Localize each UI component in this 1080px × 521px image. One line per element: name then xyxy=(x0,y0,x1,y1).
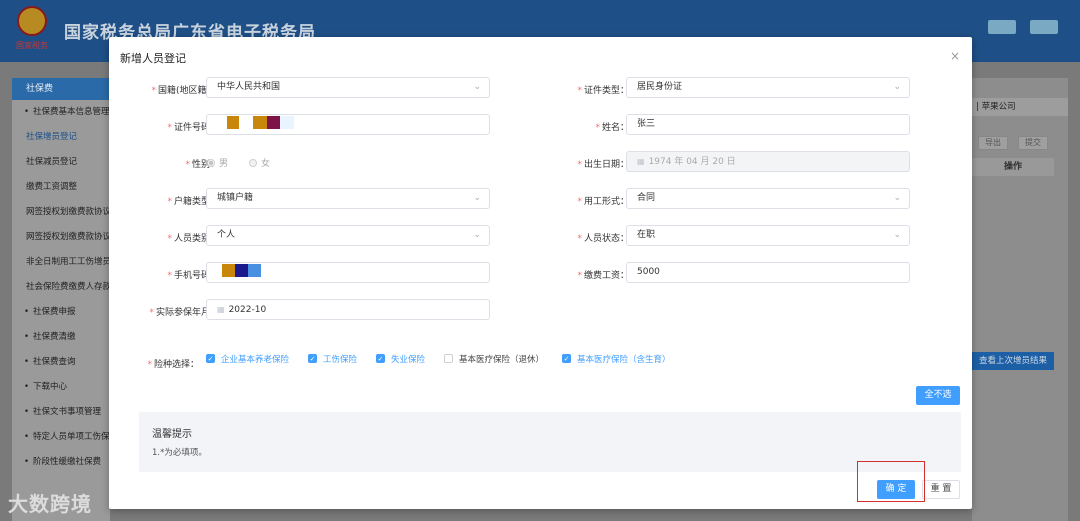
sidebar-menu: 社保费基本信息管理社保增员登记社保减员登记缴费工资调整网签授权划缴费款协议网签授… xyxy=(12,100,110,475)
check-icon: ✓ xyxy=(562,354,571,363)
gender-radio-female[interactable]: 女 xyxy=(249,156,270,169)
sidebar-item[interactable]: 社保文书事项管理 xyxy=(12,400,110,425)
gender-radio-male[interactable]: 男 xyxy=(207,156,228,169)
sidebar-item[interactable]: 社保增员登记 xyxy=(12,125,110,150)
sidebar-item[interactable]: 特定人员单项工伤保险 xyxy=(12,425,110,450)
redacted-mask xyxy=(248,264,261,277)
id-number-input[interactable] xyxy=(206,114,490,135)
radio-icon xyxy=(207,158,215,167)
id-type-select[interactable]: 居民身份证 ⌄ xyxy=(626,77,910,98)
sidebar-item[interactable]: 社保费基本信息管理 xyxy=(12,100,110,125)
gender-label: * 性别： xyxy=(185,160,219,170)
nationality-select[interactable]: 中华人民共和国 ⌄ xyxy=(206,77,490,98)
phone-input[interactable] xyxy=(206,262,490,283)
salary-input[interactable]: 5000 xyxy=(626,262,910,283)
salary-label: * 缴费工资： xyxy=(577,271,629,281)
check-icon: ✓ xyxy=(308,354,317,363)
tax-emblem-logo: 国家税务 xyxy=(12,6,52,54)
radio-icon xyxy=(249,158,257,167)
redacted-mask xyxy=(235,264,248,277)
redacted-mask xyxy=(280,116,294,129)
export-button[interactable]: 导出 xyxy=(978,136,1008,150)
company-select[interactable]: | 苹果公司 xyxy=(972,98,1068,116)
check-icon: ✓ xyxy=(376,354,385,363)
sidebar-item[interactable]: 社保费查询 xyxy=(12,350,110,375)
checkbox-medical-retired-insurance[interactable]: 基本医疗保险（退休） xyxy=(444,353,544,365)
household-type-select[interactable]: 城镇户籍 ⌄ xyxy=(206,188,490,209)
sidebar-item[interactable]: 缴费工资调整 xyxy=(12,175,110,200)
header-user-button[interactable] xyxy=(988,20,1016,34)
chevron-down-icon: ⌄ xyxy=(473,193,481,203)
check-icon: ✓ xyxy=(206,354,215,363)
sidebar-item[interactable]: 下载中心 xyxy=(12,375,110,400)
chevron-down-icon: ⌄ xyxy=(473,82,481,92)
sidebar-item[interactable]: 非全日制用工工伤增员 xyxy=(12,250,110,275)
column-header-operation: 操作 xyxy=(972,158,1054,176)
checkbox-injury-insurance[interactable]: ✓ 工伤保险 xyxy=(308,353,357,365)
id-type-label: * 证件类型： xyxy=(577,86,629,96)
sidebar-item[interactable]: 网签授权划缴费款协议 xyxy=(12,200,110,225)
sidebar-item[interactable]: 阶段性缓缴社保费 xyxy=(12,450,110,475)
logo-text: 国家税务 xyxy=(16,41,48,50)
start-month-input[interactable]: ▦ 2022-10 xyxy=(206,299,490,320)
tips-text: 1.*为必填项。 xyxy=(152,448,207,458)
calendar-icon: ▦ xyxy=(637,157,645,166)
checkbox-pension-insurance[interactable]: ✓ 企业基本养老保险 xyxy=(206,353,289,365)
chevron-down-icon: ⌄ xyxy=(893,230,901,240)
watermark: 大数跨境 xyxy=(8,492,92,516)
checkbox-empty-icon xyxy=(444,354,453,363)
name-input[interactable]: 张三 xyxy=(626,114,910,135)
sidebar-item[interactable]: 社保费申报 xyxy=(12,300,110,325)
nationality-label: * 国籍(地区籍)： xyxy=(151,86,219,96)
header-exit-button[interactable] xyxy=(1030,20,1058,34)
person-category-label: * 人员类别： xyxy=(167,234,219,244)
tips-title: 温馨提示 xyxy=(152,429,192,440)
birth-date-label: * 出生日期： xyxy=(577,160,629,170)
calendar-icon: ▦ xyxy=(217,305,225,314)
highlight-annotation-box xyxy=(857,461,925,502)
id-number-label: * 证件号码： xyxy=(167,123,219,133)
tips-panel: 温馨提示 1.*为必填项。 xyxy=(139,412,961,472)
sidebar-header[interactable]: 社保费 xyxy=(12,78,110,100)
sidebar-item[interactable]: 社保减员登记 xyxy=(12,150,110,175)
sidebar-item[interactable]: 网签授权划缴费款协议 xyxy=(12,225,110,250)
add-person-dialog: 新增人员登记 × * 国籍(地区籍)： 中华人民共和国 ⌄ * 证件类型： 居民身份证… xyxy=(109,37,972,509)
phone-label: * 手机号码： xyxy=(167,271,219,281)
reset-button[interactable]: 重 置 xyxy=(922,480,960,499)
deselect-all-button[interactable]: 全不选 xyxy=(916,386,960,405)
checkbox-unemployment-insurance[interactable]: ✓ 失业保险 xyxy=(376,353,425,365)
chevron-down-icon: ⌄ xyxy=(893,82,901,92)
redacted-mask xyxy=(253,116,267,129)
redacted-mask xyxy=(267,116,280,129)
redacted-mask xyxy=(227,116,239,129)
dialog-title: 新增人员登记 xyxy=(120,52,186,65)
person-status-label: * 人员状态： xyxy=(577,234,629,244)
emblem-icon xyxy=(17,6,47,36)
birth-date-input[interactable]: ▦ 1974 年 04 月 20 日 xyxy=(626,151,910,172)
insurance-label: * 险种选择： xyxy=(147,360,199,370)
submit-button[interactable]: 提交 xyxy=(1018,136,1048,150)
employment-form-select[interactable]: 合同 ⌄ xyxy=(626,188,910,209)
close-icon[interactable]: × xyxy=(950,49,960,63)
sidebar: 社保费 社保费基本信息管理社保增员登记社保减员登记缴费工资调整网签授权划缴费款协… xyxy=(12,78,110,521)
redacted-mask xyxy=(222,264,235,277)
checkbox-medical-maternity-insurance[interactable]: ✓ 基本医疗保险（含生育） xyxy=(562,353,671,365)
household-type-label: * 户籍类型： xyxy=(167,197,219,207)
person-status-select[interactable]: 在职 ⌄ xyxy=(626,225,910,246)
chevron-down-icon: ⌄ xyxy=(893,193,901,203)
start-month-label: * 实际参保年月： xyxy=(149,308,219,318)
view-last-result-button[interactable]: 查看上次增员结果 xyxy=(972,352,1054,370)
employment-form-label: * 用工形式： xyxy=(577,197,629,207)
person-category-select[interactable]: 个人 ⌄ xyxy=(206,225,490,246)
sidebar-item[interactable]: 社会保险费缴费人存款 xyxy=(12,275,110,300)
sidebar-item[interactable]: 社保费清缴 xyxy=(12,325,110,350)
name-label: * 姓名： xyxy=(595,123,629,133)
chevron-down-icon: ⌄ xyxy=(473,230,481,240)
